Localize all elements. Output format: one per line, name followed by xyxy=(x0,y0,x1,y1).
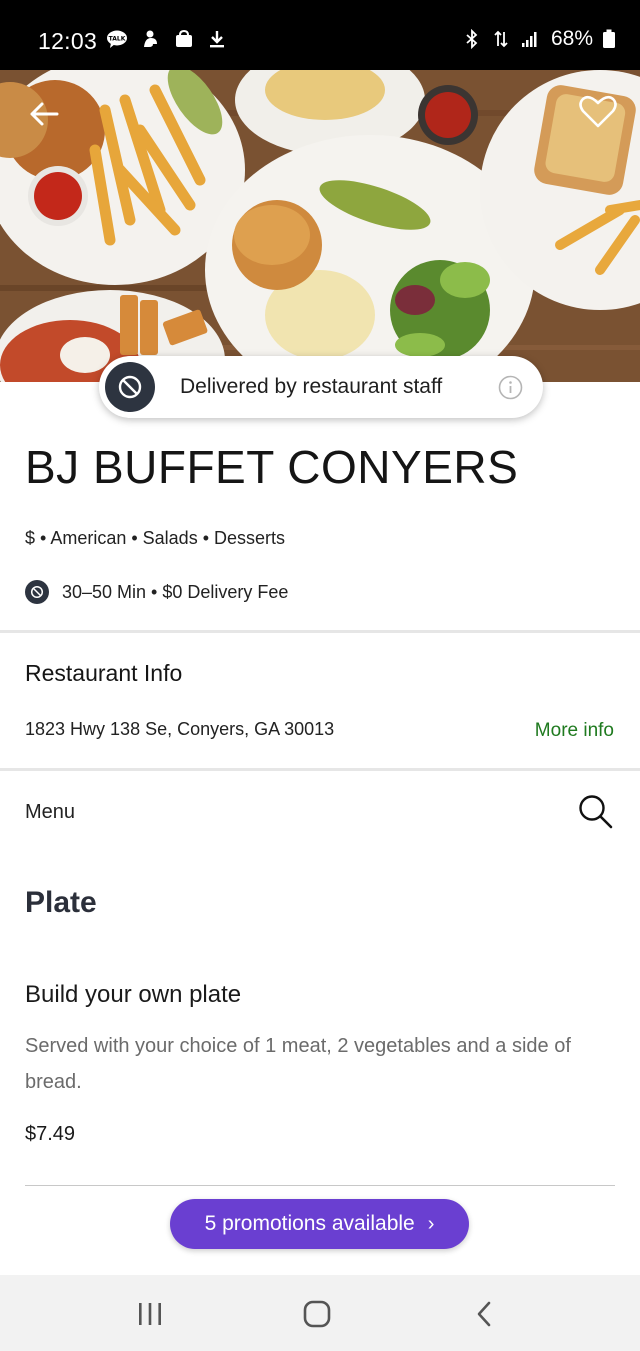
info-icon[interactable] xyxy=(498,375,523,400)
promotions-button[interactable]: 5 promotions available › xyxy=(170,1199,469,1249)
app-icon xyxy=(144,30,157,47)
data-transfer-icon xyxy=(494,30,508,48)
restaurant-delivery-icon xyxy=(105,362,155,412)
back-button[interactable] xyxy=(22,92,66,136)
favorite-button[interactable] xyxy=(576,90,620,134)
search-button[interactable] xyxy=(576,792,616,832)
system-back-button[interactable] xyxy=(464,1297,504,1331)
status-system-icons: 68% xyxy=(462,27,616,51)
bluetooth-icon xyxy=(466,29,478,49)
search-icon xyxy=(579,795,613,829)
food-photo xyxy=(0,70,640,382)
recents-icon xyxy=(139,1303,161,1325)
menu-label: Menu xyxy=(25,801,76,823)
home-icon xyxy=(303,1300,331,1328)
menu-item-price: $7.49 xyxy=(25,1123,76,1145)
delivery-banner-text: Delivered by restaurant staff xyxy=(180,375,443,398)
svg-text:TALK: TALK xyxy=(109,36,126,43)
delivery-time-fee: 30–50 Min • $0 Delivery Fee xyxy=(62,581,289,602)
battery-icon xyxy=(603,29,615,48)
status-notification-icons: TALK xyxy=(106,29,227,49)
menu-item-description: Served with your choice of 1 meat, 2 veg… xyxy=(25,1035,571,1093)
promotions-label: 5 promotions available xyxy=(204,1212,415,1235)
restaurant-address: 1823 Hwy 138 Se, Conyers, GA 30013 xyxy=(25,719,335,739)
section-divider xyxy=(0,768,640,771)
talk-icon: TALK xyxy=(107,30,127,48)
menu-category-title: Plate xyxy=(25,886,97,919)
system-navbar xyxy=(0,1275,640,1351)
section-divider xyxy=(0,630,640,633)
delivery-banner[interactable]: Delivered by restaurant staff xyxy=(99,356,543,418)
download-icon xyxy=(210,31,224,48)
arrow-left-icon xyxy=(30,102,59,126)
recents-button[interactable] xyxy=(130,1297,170,1331)
back-icon xyxy=(477,1301,491,1327)
signal-icon xyxy=(521,32,537,47)
home-button[interactable] xyxy=(297,1297,337,1331)
restaurant-name: BJ BUFFET CONYERS xyxy=(25,441,519,493)
delivery-info: 30–50 Min • $0 Delivery Fee xyxy=(25,580,288,604)
bag-icon xyxy=(176,29,192,47)
restaurant-info-heading: Restaurant Info xyxy=(25,660,183,686)
hero-image xyxy=(0,70,640,382)
status-bar: 12:03 TALK 68% xyxy=(0,0,640,70)
more-info-link[interactable]: More info xyxy=(535,720,614,742)
chevron-right-icon: › xyxy=(427,1212,435,1235)
cuisine-line: $ • American • Salads • Desserts xyxy=(25,528,286,548)
menu-item-name: Build your own plate xyxy=(25,981,242,1008)
heart-outline-icon xyxy=(579,95,617,128)
item-divider xyxy=(25,1185,615,1186)
status-time: 12:03 xyxy=(38,28,98,54)
delivery-badge-icon xyxy=(25,580,49,604)
battery-percent: 68% xyxy=(550,27,593,50)
